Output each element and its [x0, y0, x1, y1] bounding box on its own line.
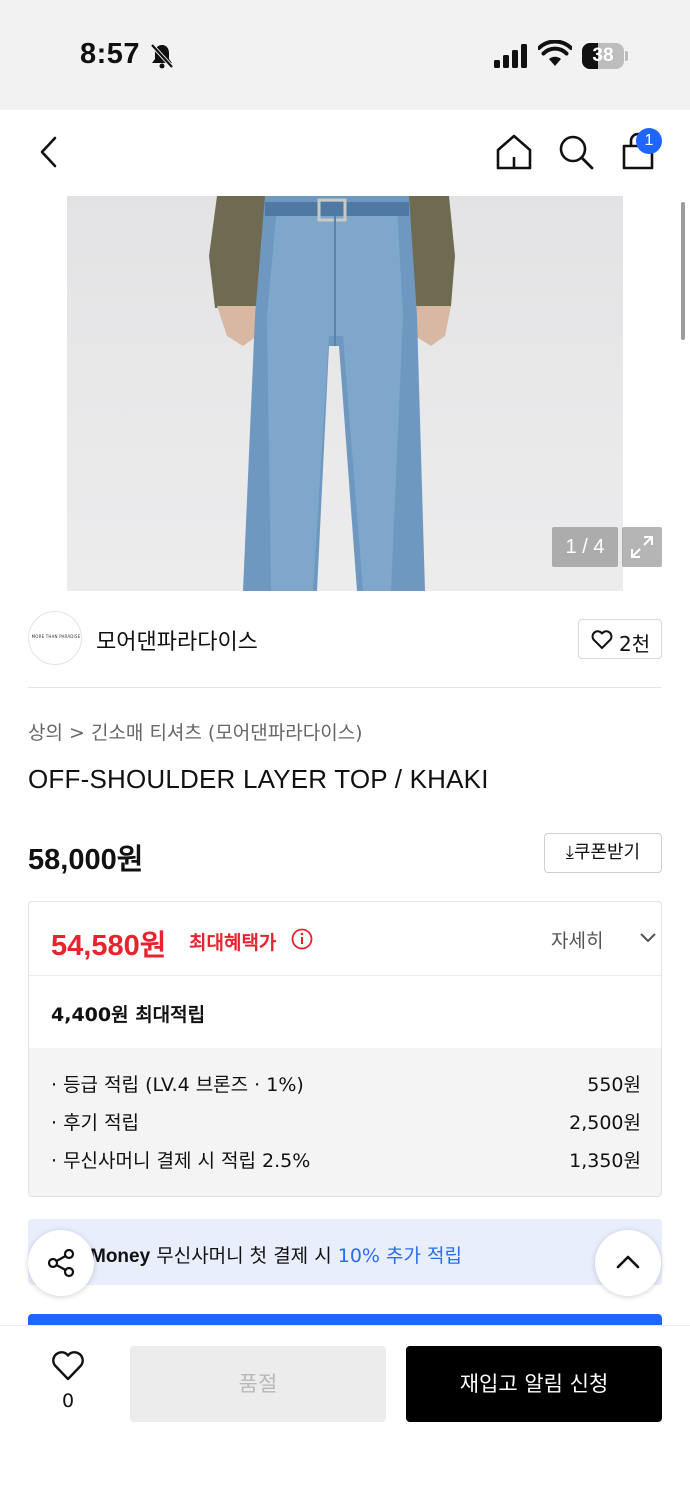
points-row-label: · 등급 적립 (LV.4 브론즈 · 1%)	[51, 1074, 304, 1096]
points-row-label: · 후기 적립	[51, 1112, 140, 1134]
max-benefit-label: 최대혜택가	[189, 932, 277, 954]
detail-label: 자세히	[551, 930, 604, 952]
wifi-icon	[538, 40, 572, 66]
info-icon[interactable]	[291, 928, 313, 950]
heart-icon	[52, 1351, 84, 1381]
musinsa-money-banner[interactable]: Money 무신사머니 첫 결제 시 10% 추가 적립	[28, 1219, 662, 1285]
max-benefit-price: 54,580원	[51, 930, 167, 962]
cart-count-badge: 1	[636, 128, 662, 154]
soldout-button[interactable]: 품절	[130, 1346, 386, 1422]
divider	[28, 687, 662, 688]
points-row-label: · 무신사머니 결제 시 적립 2.5%	[51, 1150, 311, 1172]
points-row-value: 1,350원	[569, 1150, 641, 1172]
download-icon: ⤓	[565, 842, 574, 863]
share-icon	[47, 1248, 75, 1278]
product-photo-illustration	[209, 196, 455, 591]
brand-like-count: 2천	[619, 632, 651, 656]
coupon-button[interactable]: ⤓쿠폰받기	[544, 833, 662, 873]
product-price: 58,000원	[28, 844, 144, 876]
search-icon[interactable]	[554, 130, 598, 174]
back-arrow-icon[interactable]	[28, 130, 72, 174]
brand-logo[interactable]: MORE THAN PARADISE	[28, 611, 82, 665]
points-row-value: 550원	[587, 1074, 641, 1096]
product-photo[interactable]	[67, 196, 623, 591]
home-icon[interactable]	[492, 130, 536, 174]
status-bar: 8:57 38	[0, 0, 690, 110]
benefit-box: 54,580원 최대혜택가 자세히 4,400원 최대적립 · 등급 적립 (L…	[28, 901, 662, 1197]
coupon-label: 쿠폰받기	[573, 842, 641, 863]
points-row: · 등급 적립 (LV.4 브론즈 · 1%) 550원	[51, 1070, 641, 1098]
scrollbar[interactable]	[681, 202, 685, 340]
money-banner-highlight: 10% 추가 적립	[337, 1245, 462, 1267]
wishlist-count: 0	[61, 1390, 75, 1412]
points-row-value: 2,500원	[569, 1112, 641, 1134]
share-button[interactable]	[28, 1230, 94, 1296]
bottom-action-bar: 0 품절 재입고 알림 신청	[0, 1325, 690, 1500]
chevron-up-icon	[616, 1255, 640, 1269]
max-points: 4,400원 최대적립	[51, 1004, 206, 1026]
brand-row: MORE THAN PARADISE 모어댄파라다이스 2천	[0, 591, 690, 687]
benefit-header: 54,580원 최대혜택가 자세히	[29, 902, 661, 976]
image-counter: 1 / 4	[552, 527, 618, 567]
restock-notify-button[interactable]: 재입고 알림 신청	[406, 1346, 662, 1422]
detail-toggle[interactable]: 자세히	[551, 926, 656, 953]
product-image-gallery[interactable]: 1 / 4	[0, 196, 690, 591]
points-breakdown: · 등급 적립 (LV.4 브론즈 · 1%) 550원 · 후기 적립 2,5…	[29, 1048, 661, 1196]
money-banner-text: Money 무신사머니 첫 결제 시 10% 추가 적립	[90, 1241, 462, 1268]
product-title: OFF-SHOULDER LAYER TOP / KHAKI	[28, 764, 489, 794]
battery-level: 38	[592, 45, 614, 66]
heart-icon	[591, 630, 613, 649]
brand-logo-text: MORE THAN PARADISE	[31, 634, 81, 639]
points-row: · 후기 적립 2,500원	[51, 1108, 641, 1136]
status-time: 8:57	[80, 38, 141, 70]
top-nav	[0, 110, 690, 196]
expand-icon[interactable]	[622, 527, 662, 567]
brand-name[interactable]: 모어댄파라다이스	[96, 624, 258, 656]
money-brand: Money	[90, 1246, 151, 1267]
scroll-top-button[interactable]	[595, 1230, 661, 1296]
cellular-signal-icon	[494, 44, 527, 68]
money-banner-message: 무신사머니 첫 결제 시	[156, 1245, 332, 1267]
breadcrumb[interactable]: 상의 > 긴소매 티셔츠 (모어댄파라다이스)	[28, 718, 363, 745]
chevron-down-icon	[640, 933, 656, 943]
wishlist-button[interactable]: 0	[38, 1348, 98, 1418]
battery-icon: 38	[582, 43, 628, 69]
brand-like-button[interactable]: 2천	[578, 619, 662, 659]
points-row: · 무신사머니 결제 시 적립 2.5% 1,350원	[51, 1146, 641, 1174]
bell-muted-icon	[150, 43, 174, 69]
